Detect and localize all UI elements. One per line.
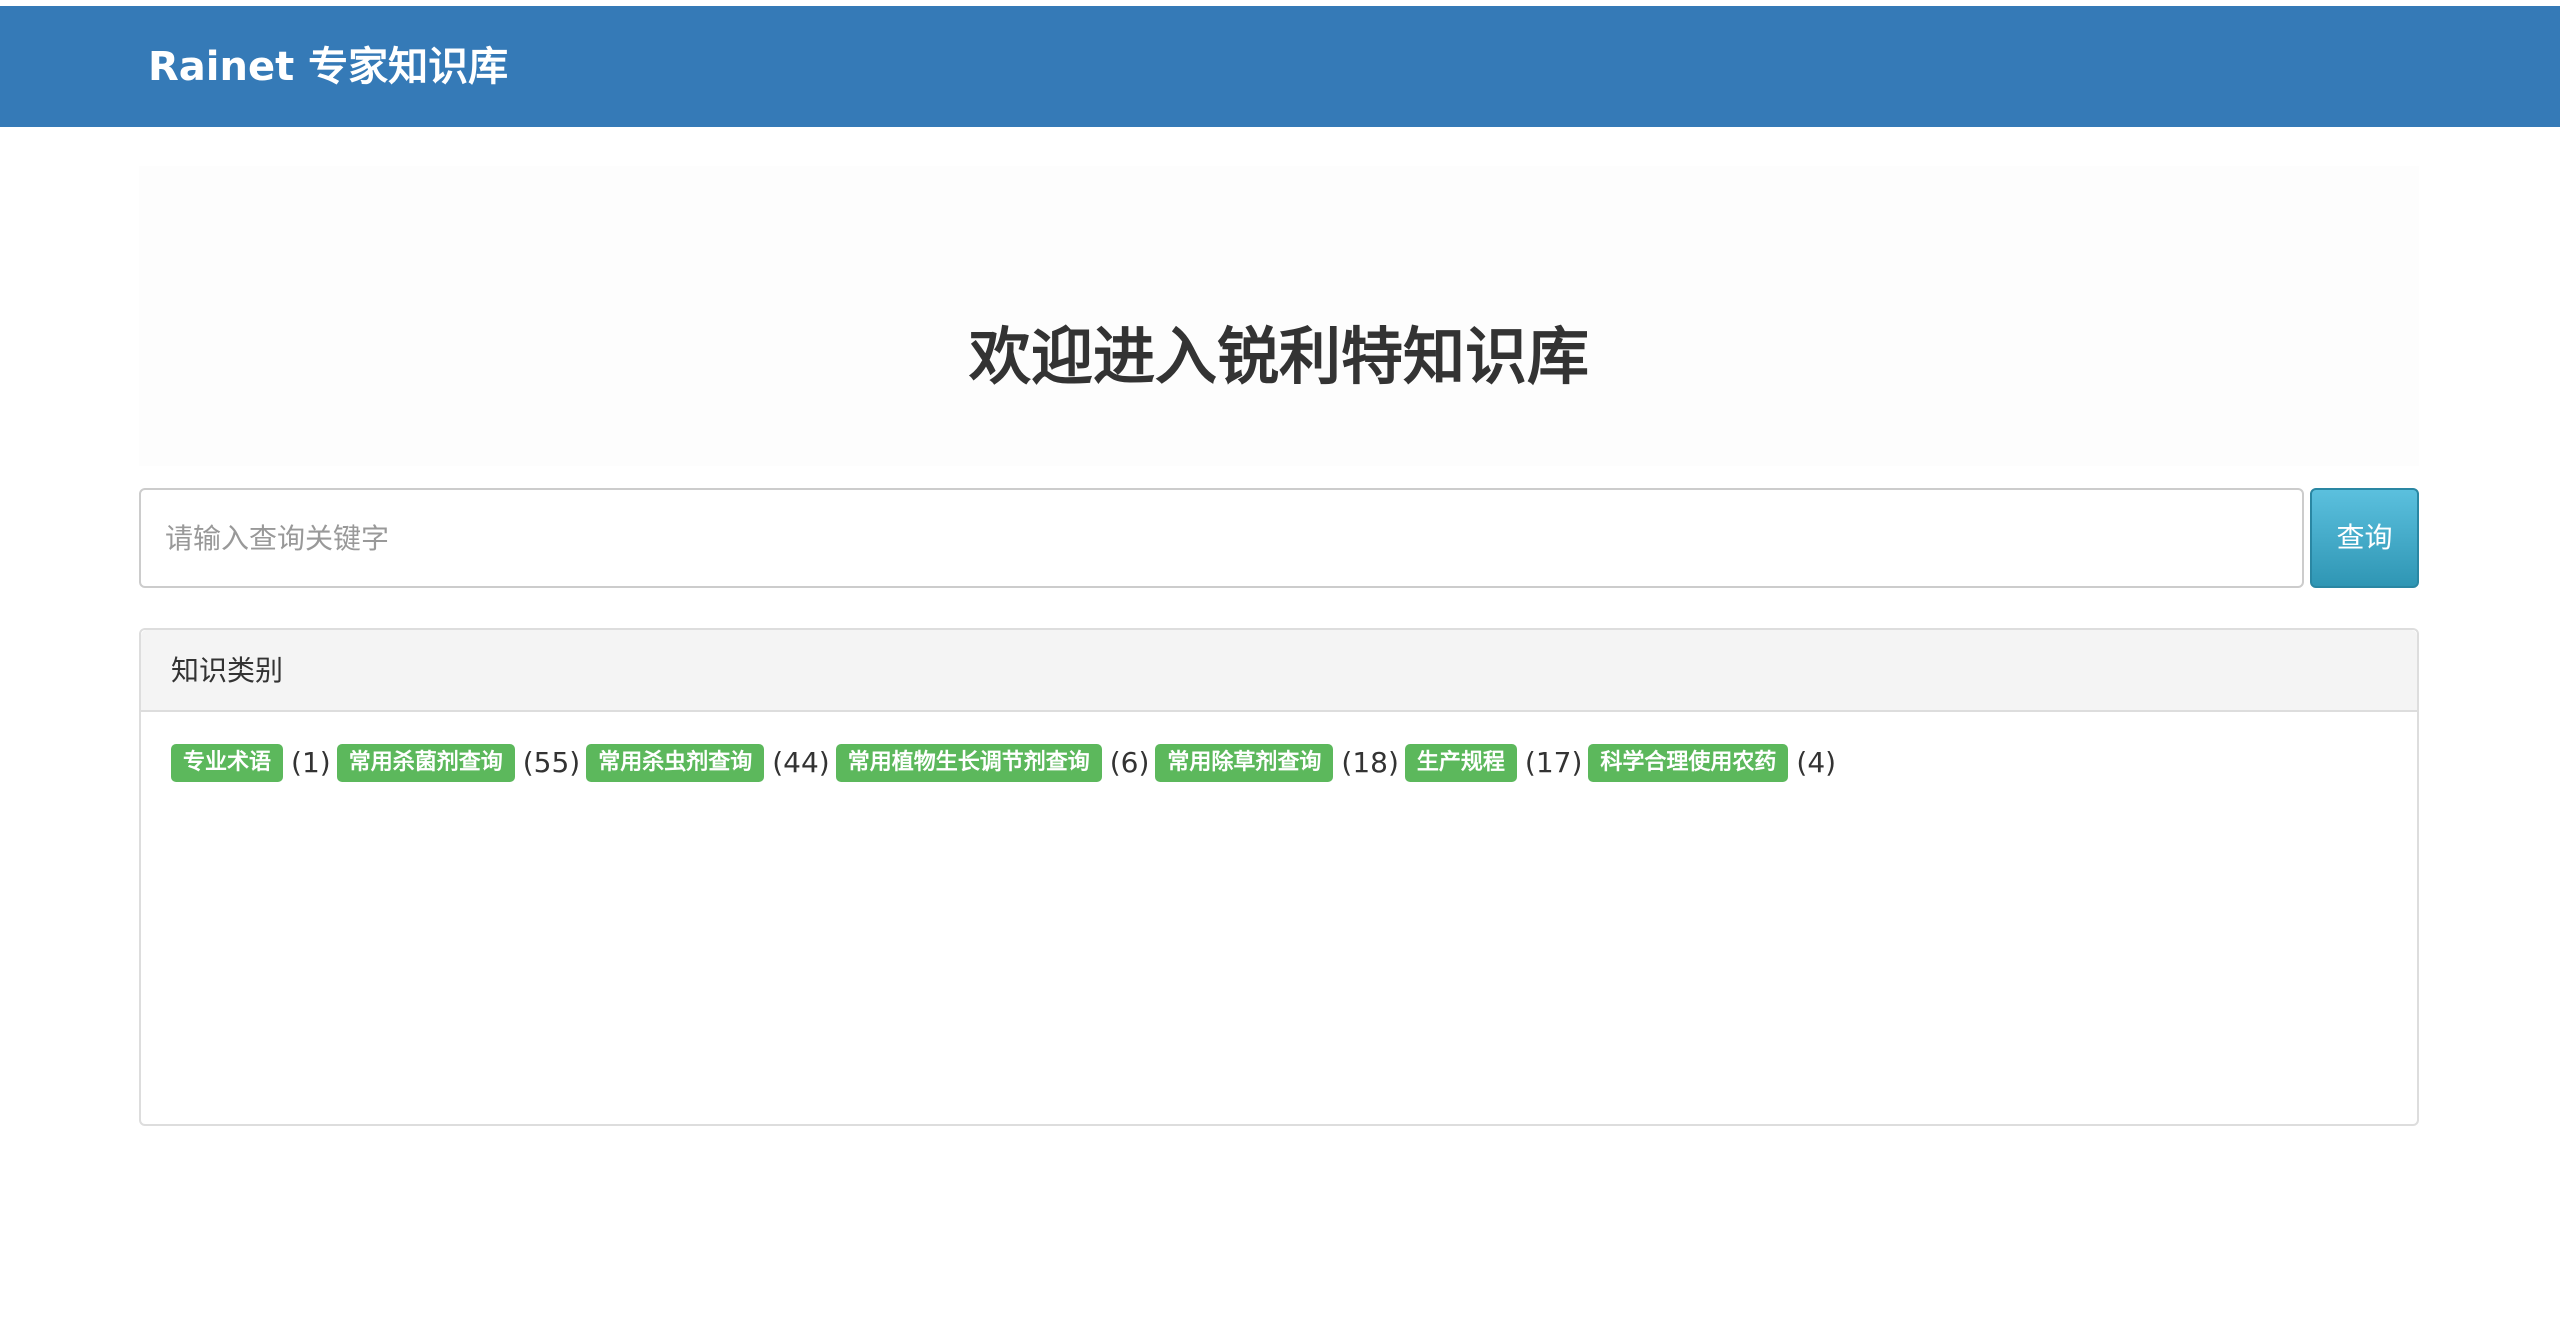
category-item: 常用杀虫剂查询 (44) — [586, 744, 830, 782]
category-count: (55) — [522, 746, 581, 779]
navbar: Rainet 专家知识库 — [0, 6, 2560, 127]
category-tag[interactable]: 常用植物生长调节剂查询 — [835, 744, 1102, 782]
category-panel: 知识类别 专业术语 (1) 常用杀菌剂查询 (55) 常用杀虫剂查询 (44) … — [139, 628, 2419, 1126]
jumbotron: 欢迎进入锐利特知识库 — [139, 166, 2419, 466]
category-item: 科学合理使用农药 (4) — [1588, 744, 1836, 782]
search-input[interactable] — [139, 488, 2304, 588]
category-item: 专业术语 (1) — [171, 744, 331, 782]
panel-body: 专业术语 (1) 常用杀菌剂查询 (55) 常用杀虫剂查询 (44) 常用植物生… — [171, 744, 2387, 782]
category-item: 生产规程 (17) — [1404, 744, 1583, 782]
search-button[interactable]: 查询 — [2310, 488, 2419, 588]
category-tag[interactable]: 科学合理使用农药 — [1588, 744, 1789, 782]
category-count: (18) — [1341, 746, 1399, 779]
category-tag[interactable]: 常用杀菌剂查询 — [336, 744, 515, 782]
category-list: 专业术语 (1) 常用杀菌剂查询 (55) 常用杀虫剂查询 (44) 常用植物生… — [171, 744, 2387, 782]
category-tag[interactable]: 专业术语 — [171, 744, 284, 782]
category-count: (17) — [1524, 746, 1583, 779]
category-count: (1) — [291, 746, 331, 779]
page: Rainet 专家知识库 欢迎进入锐利特知识库 查询 知识类别 专业术语 (1)… — [0, 0, 2560, 1328]
category-tag[interactable]: 常用杀虫剂查询 — [586, 744, 765, 782]
panel-heading: 知识类别 — [141, 630, 2417, 712]
panel-title: 知识类别 — [171, 654, 284, 687]
category-item: 常用植物生长调节剂查询 (6) — [835, 744, 1150, 782]
category-tag[interactable]: 常用除草剂查询 — [1155, 744, 1334, 782]
category-item: 常用除草剂查询 (18) — [1155, 744, 1399, 782]
navbar-brand[interactable]: Rainet 专家知识库 — [148, 37, 508, 97]
category-count: (4) — [1796, 746, 1837, 779]
page-title: 欢迎进入锐利特知识库 — [968, 320, 1589, 393]
category-count: (6) — [1109, 746, 1150, 779]
category-tag[interactable]: 生产规程 — [1404, 744, 1517, 782]
category-item: 常用杀菌剂查询 (55) — [336, 744, 581, 782]
category-count: (44) — [772, 746, 830, 779]
